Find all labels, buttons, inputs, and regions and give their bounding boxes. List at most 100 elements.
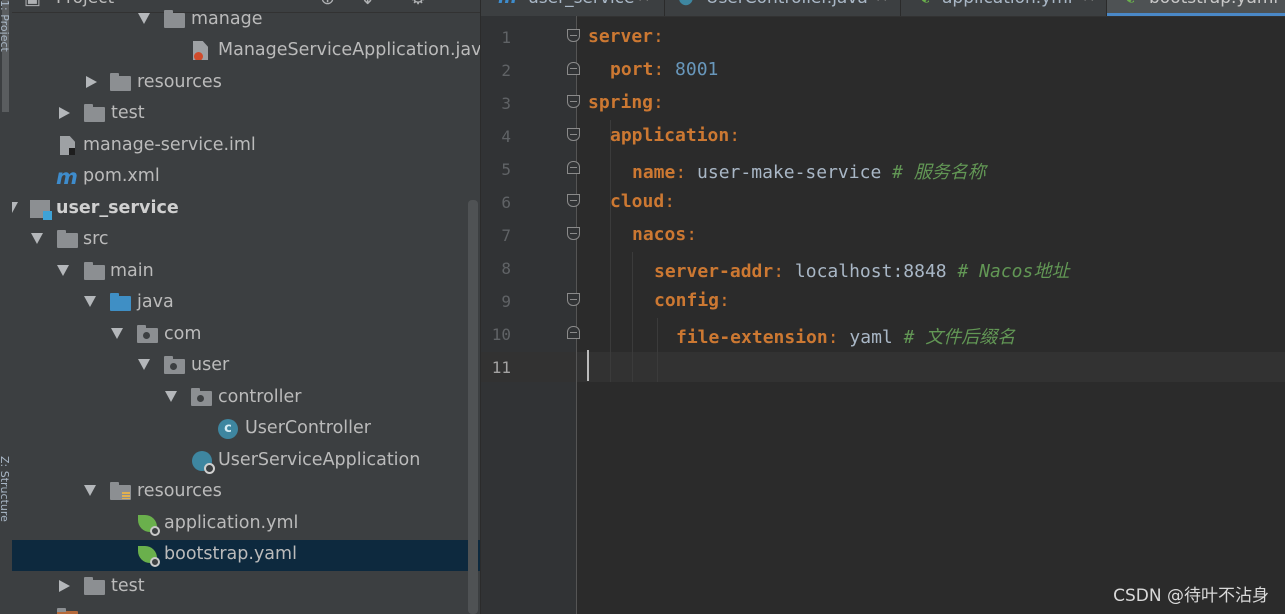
tree-item-label: ManageServiceApplication.java <box>218 40 480 60</box>
tab-user-controller-java[interactable]: ● UserController.java ✕ <box>665 0 900 16</box>
tree-item-user-service-application[interactable]: UserServiceApplication <box>12 446 480 477</box>
line-number: 7 <box>501 226 511 245</box>
spring-leaf-icon <box>138 515 160 536</box>
indent-guide <box>610 120 611 382</box>
tree-item-main[interactable]: main <box>12 257 480 288</box>
structure-tool-label[interactable]: Z: Structure <box>0 456 11 522</box>
tree-item-label: test <box>111 103 145 123</box>
code-line: nacos: <box>632 224 697 245</box>
tree-item-test[interactable]: test <box>12 572 480 603</box>
fold-collapse-icon[interactable] <box>567 95 580 108</box>
indent-guide <box>632 252 633 382</box>
yaml-value: user-make-service <box>697 162 893 183</box>
fold-end-icon[interactable] <box>567 326 580 339</box>
tree-item-label: application.yml <box>164 513 299 533</box>
tree-item-bootstrap-yaml[interactable]: bootstrap.yaml <box>12 540 480 571</box>
collapse-arrow-icon[interactable] <box>86 76 97 88</box>
yaml-comment: # 文件后缀名 <box>903 327 1016 348</box>
tree-item-java[interactable]: java <box>12 288 480 319</box>
tree-item-partial <box>12 603 480 614</box>
folder-icon <box>84 577 105 595</box>
line-number: 4 <box>501 127 511 146</box>
expand-arrow-icon[interactable] <box>138 359 150 370</box>
tree-item-label: src <box>83 229 109 249</box>
code-line: server-addr: localhost:8848 # Nacos地址 <box>654 257 1069 283</box>
yaml-key: cloud <box>610 191 665 212</box>
tree-item-application-yml[interactable]: application.yml <box>12 509 480 540</box>
yaml-value: localhost:8848 <box>794 261 958 282</box>
tree-item-test[interactable]: test <box>12 99 480 130</box>
tree-item-label: java <box>137 292 174 312</box>
line-number: 1 <box>501 28 511 47</box>
tab-bootstrap-yaml[interactable]: ❦ bootstrap.yaml <box>1107 0 1285 16</box>
tree-item-label: resources <box>137 481 222 501</box>
collapse-arrow-icon[interactable] <box>59 580 70 592</box>
expand-arrow-icon[interactable] <box>12 202 18 213</box>
tree-item-com[interactable]: com <box>12 320 480 351</box>
tab-application-yml[interactable]: ❦ application.yml ✕ <box>901 0 1106 16</box>
fold-end-icon[interactable] <box>567 62 580 75</box>
expand-arrow-icon[interactable] <box>165 391 177 402</box>
expand-arrow-icon[interactable] <box>31 233 43 244</box>
project-scrollbar[interactable] <box>468 200 478 614</box>
tree-item-controller[interactable]: controller <box>12 383 480 414</box>
tree-item-label: user_service <box>56 198 179 218</box>
close-icon[interactable]: ✕ <box>637 0 650 6</box>
yaml-separator: : <box>719 290 730 311</box>
close-icon[interactable]: ✕ <box>875 0 888 6</box>
package-icon <box>137 325 158 343</box>
tree-item-user-controller[interactable]: c UserController <box>12 414 480 445</box>
project-tool-label[interactable]: 1: Project <box>0 0 11 52</box>
tree-item-label: controller <box>218 387 302 407</box>
tree-item-manage[interactable]: manage <box>12 5 480 36</box>
fold-collapse-icon[interactable] <box>567 293 580 306</box>
line-number: 3 <box>501 94 511 113</box>
fold-collapse-icon[interactable] <box>567 128 580 141</box>
yaml-separator: : <box>729 125 741 146</box>
tab-label: bootstrap.yaml <box>1149 0 1278 8</box>
expand-arrow-icon[interactable] <box>138 13 150 24</box>
fold-end-icon[interactable] <box>567 161 580 174</box>
folder-icon <box>57 230 78 248</box>
line-number: 10 <box>491 325 511 344</box>
package-icon <box>164 356 185 374</box>
tab-label: application.yml <box>942 0 1073 8</box>
code-line: name: user-make-service # 服务名称 <box>632 158 986 184</box>
tab-label: UserController.java <box>706 0 868 8</box>
tree-item-pom-xml[interactable]: m pom.xml <box>12 162 480 193</box>
tab-user-service[interactable]: m user_service ✕ <box>481 0 664 16</box>
tree-item-label: manage <box>191 9 263 29</box>
expand-arrow-icon[interactable] <box>111 328 123 339</box>
tree-item-resources[interactable]: resources <box>12 68 480 99</box>
expand-arrow-icon[interactable] <box>84 296 96 307</box>
code-line: config: <box>654 290 730 311</box>
tree-item-manage-service-application[interactable]: ManageServiceApplication.java <box>12 36 480 67</box>
expand-arrow-icon[interactable] <box>57 265 69 276</box>
fold-collapse-icon[interactable] <box>567 227 580 240</box>
fold-collapse-icon[interactable] <box>567 194 580 207</box>
tree-item-src[interactable]: src <box>12 225 480 256</box>
line-number: 11 <box>491 358 511 377</box>
yaml-key: config <box>654 290 720 311</box>
close-icon[interactable]: ✕ <box>1082 0 1095 6</box>
expand-arrow-icon[interactable] <box>84 485 96 496</box>
yaml-key: spring <box>588 92 654 113</box>
class-icon: ● <box>678 0 694 8</box>
resources-folder-icon <box>110 482 131 500</box>
tree-item-user[interactable]: user <box>12 351 480 382</box>
tree-item-resources[interactable]: resources <box>12 477 480 508</box>
tree-item-label: resources <box>137 72 222 92</box>
tree-item-manage-service-iml[interactable]: manage-service.iml <box>12 131 480 162</box>
tree-item-label: com <box>164 324 202 344</box>
yaml-key: server <box>588 26 654 47</box>
yaml-separator: : <box>653 92 664 113</box>
code-line: spring: <box>588 92 664 113</box>
yaml-comment: # Nacos地址 <box>957 261 1070 282</box>
tree-item-user-service[interactable]: user_service <box>12 194 480 225</box>
code-line: port: 8001 <box>610 59 718 80</box>
fold-collapse-icon[interactable] <box>567 29 580 42</box>
watermark: CSDN @待叶不沾身 <box>1113 586 1269 606</box>
class-icon: c <box>218 419 238 439</box>
collapse-arrow-icon[interactable] <box>59 107 70 119</box>
folder-icon <box>84 104 105 122</box>
